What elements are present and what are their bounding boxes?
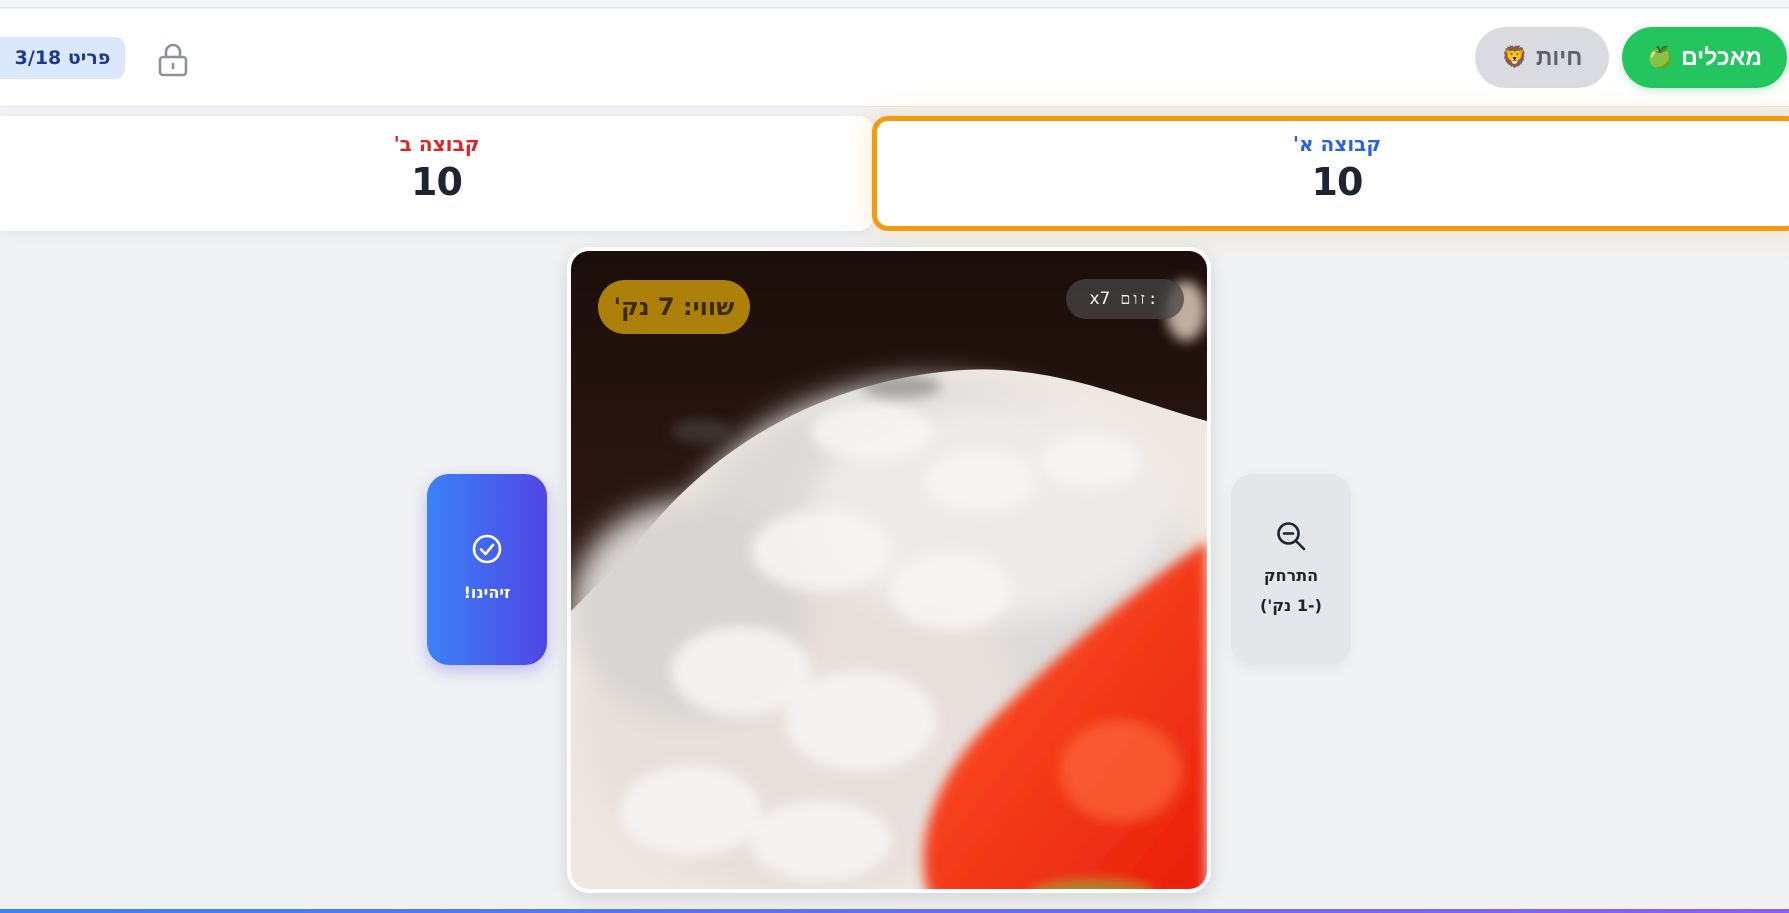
top-strip (0, 0, 1789, 8)
item-counter-text: פריט 3/18 (14, 47, 111, 69)
zoomed-food-image: שווי: 7 נק' x7 זום: (571, 251, 1207, 889)
header: מאכלים 🍏 חיות 🦁 פריט 3/18 (0, 9, 1789, 107)
bottom-accent-line (0, 909, 1789, 913)
identified-button[interactable]: זיהינו! (427, 474, 547, 665)
category-food-label: מאכלים (1681, 44, 1763, 70)
team-a-card[interactable]: קבוצה א' 10 (872, 116, 1789, 231)
team-b-card[interactable]: קבוצה ב' 10 (0, 116, 873, 231)
identified-label: זיהינו! (463, 582, 511, 602)
category-animals-button[interactable]: חיות 🦁 (1475, 27, 1609, 88)
team-b-name: קבוצה ב' (393, 132, 480, 156)
item-counter-badge: פריט 3/18 (0, 37, 125, 79)
zoom-out-cost: (-1 נק') (1260, 595, 1322, 615)
team-b-score: 10 (411, 160, 463, 204)
lock-icon[interactable] (156, 42, 190, 78)
zoom-out-icon (1274, 519, 1308, 557)
team-a-score: 10 (1311, 160, 1364, 204)
zoom-out-button[interactable]: התרחק (-1 נק') (1231, 474, 1351, 665)
lion-icon: 🦁 (1501, 45, 1528, 69)
check-circle-icon (470, 532, 504, 570)
category-food-button[interactable]: מאכלים 🍏 (1622, 27, 1787, 88)
category-animals-label: חיות (1535, 44, 1583, 70)
image-frame: שווי: 7 נק' x7 זום: (567, 247, 1211, 893)
zoom-out-label: התרחק (1263, 565, 1319, 585)
zoom-level-badge: x7 זום: (1066, 279, 1184, 319)
zoom-label: זום: (1120, 289, 1161, 308)
zoom-value: x7 (1089, 289, 1111, 309)
apple-icon: 🍏 (1647, 45, 1674, 69)
worth-badge: שווי: 7 נק' (598, 280, 750, 334)
worth-text: שווי: 7 נק' (613, 293, 735, 321)
team-a-name: קבוצה א' (1292, 132, 1382, 156)
